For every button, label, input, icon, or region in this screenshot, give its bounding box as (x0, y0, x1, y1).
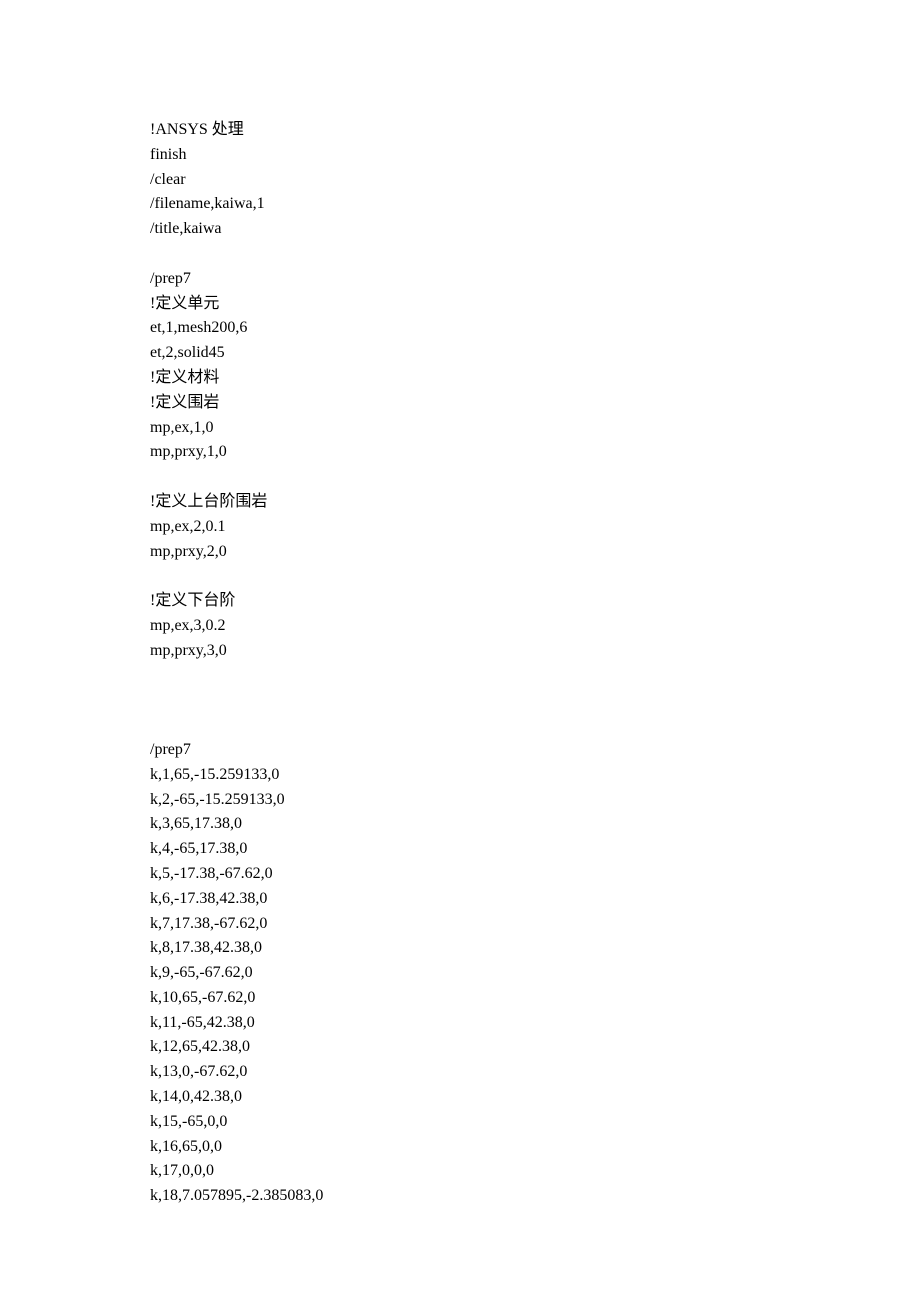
code-line: k,2,-65,-15.259133,0 (150, 788, 770, 813)
code-line: k,15,-65,0,0 (150, 1110, 770, 1135)
code-line: !定义单元 (150, 292, 770, 317)
code-line (150, 242, 770, 267)
code-line: /clear (150, 168, 770, 193)
code-line: k,9,-65,-67.62,0 (150, 961, 770, 986)
code-line: mp,ex,3,0.2 (150, 614, 770, 639)
code-line: k,14,0,42.38,0 (150, 1085, 770, 1110)
code-line: !定义材料 (150, 366, 770, 391)
code-line: k,1,65,-15.259133,0 (150, 763, 770, 788)
code-line: k,10,65,-67.62,0 (150, 986, 770, 1011)
code-line: !ANSYS 处理 (150, 118, 770, 143)
code-line: et,1,mesh200,6 (150, 316, 770, 341)
code-line: /filename,kaiwa,1 (150, 192, 770, 217)
code-line: mp,ex,2,0.1 (150, 515, 770, 540)
code-line: mp,prxy,3,0 (150, 639, 770, 664)
code-line: mp,ex,1,0 (150, 416, 770, 441)
code-line: !定义围岩 (150, 391, 770, 416)
code-line (150, 713, 770, 738)
code-line (150, 465, 770, 490)
code-line: k,3,65,17.38,0 (150, 812, 770, 837)
code-line: /prep7 (150, 738, 770, 763)
code-line: k,16,65,0,0 (150, 1135, 770, 1160)
code-line: k,6,-17.38,42.38,0 (150, 887, 770, 912)
code-line: k,11,-65,42.38,0 (150, 1011, 770, 1036)
code-line: k,7,17.38,-67.62,0 (150, 912, 770, 937)
code-line: k,8,17.38,42.38,0 (150, 936, 770, 961)
code-line (150, 688, 770, 713)
code-line: k,12,65,42.38,0 (150, 1035, 770, 1060)
code-line (150, 664, 770, 689)
code-line: !定义下台阶 (150, 589, 770, 614)
code-line: mp,prxy,1,0 (150, 440, 770, 465)
code-line: et,2,solid45 (150, 341, 770, 366)
document-page: !ANSYS 处理finish/clear/filename,kaiwa,1/t… (0, 0, 920, 1302)
code-line: mp,prxy,2,0 (150, 540, 770, 565)
code-block: !ANSYS 处理finish/clear/filename,kaiwa,1/t… (150, 118, 770, 1209)
code-line: /title,kaiwa (150, 217, 770, 242)
code-line: !定义上台阶围岩 (150, 490, 770, 515)
code-line: k,13,0,-67.62,0 (150, 1060, 770, 1085)
code-line: k,17,0,0,0 (150, 1159, 770, 1184)
code-line: k,18,7.057895,-2.385083,0 (150, 1184, 770, 1209)
code-line (150, 564, 770, 589)
code-line: /prep7 (150, 267, 770, 292)
code-line: k,4,-65,17.38,0 (150, 837, 770, 862)
code-line: k,5,-17.38,-67.62,0 (150, 862, 770, 887)
code-line: finish (150, 143, 770, 168)
